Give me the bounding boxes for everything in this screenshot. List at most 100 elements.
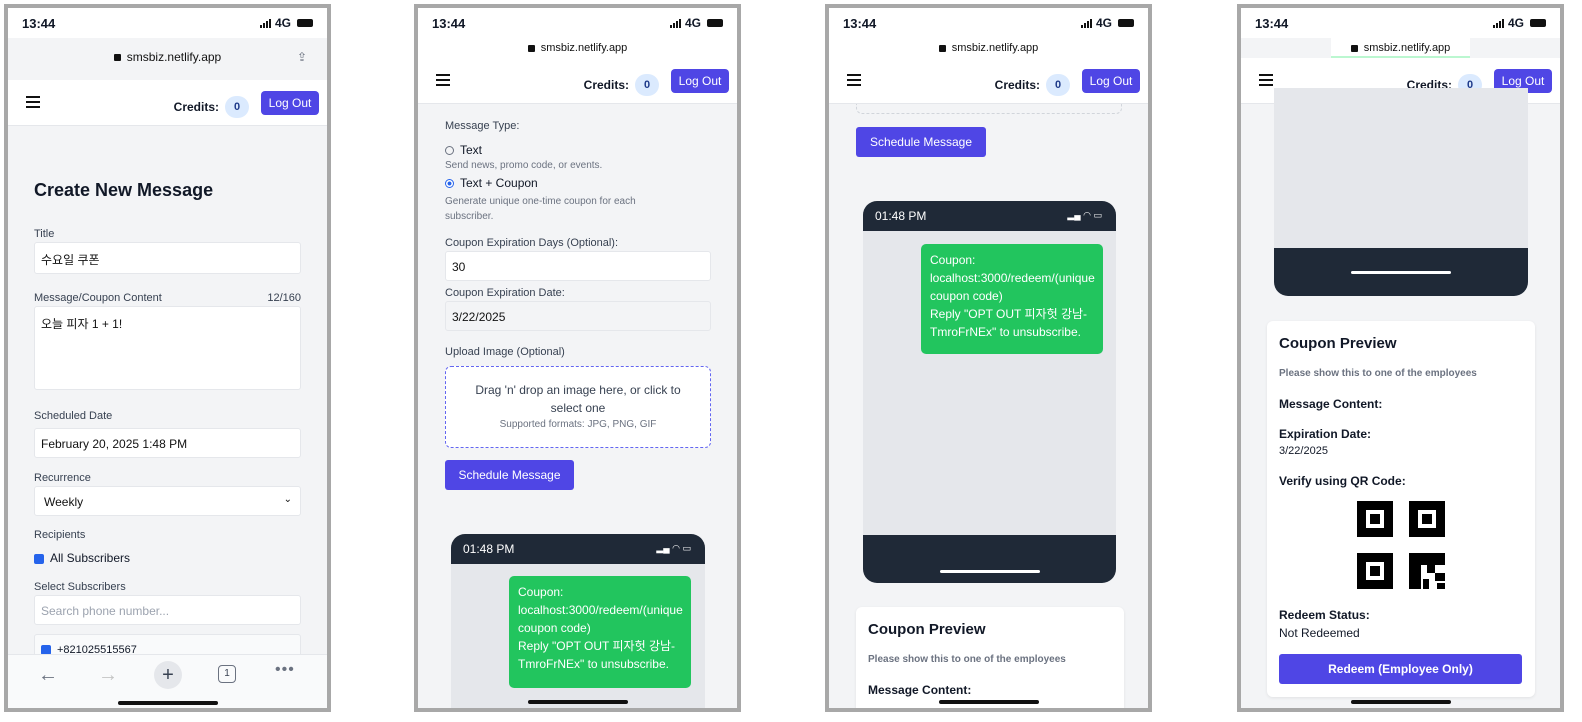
address-bar[interactable]: smsbiz.netlify.app [1331, 38, 1470, 58]
recurrence-select[interactable]: Weekly ⌄ [34, 486, 301, 516]
coupon-preview-card: Coupon Preview Please show this to one o… [856, 607, 1124, 708]
radio-coupon-label: Text + Coupon [460, 176, 538, 190]
checkbox-checked-icon [34, 553, 44, 564]
bubble-line: coupon code) [518, 621, 591, 635]
bubble-line: Reply "OPT OUT 피자헛 강남- [930, 307, 1088, 321]
all-subscribers-label: All Subscribers [50, 551, 131, 565]
menu-icon[interactable] [26, 96, 40, 108]
title-label: Title [34, 228, 55, 240]
network-status: 4G [259, 16, 313, 30]
coupon-preview-card: Coupon Preview Please show this to one o… [1267, 321, 1535, 697]
bubble-line: Coupon: [930, 253, 976, 267]
redeem-button[interactable]: Redeem (Employee Only) [1279, 654, 1522, 684]
bubble-line: Reply "OPT OUT 피자헛 강남- [518, 639, 676, 653]
radio-text-option[interactable]: Text [445, 143, 482, 157]
menu-icon[interactable] [436, 74, 450, 86]
select-subscribers-label: Select Subscribers [34, 581, 126, 593]
credits-badge: 0 [225, 96, 249, 118]
coupon-hint-line2: subscriber. [445, 211, 494, 222]
exp-date-label: Coupon Expiration Date: [445, 287, 565, 299]
chevron-down-icon: ⌄ [283, 494, 292, 505]
home-indicator [1350, 700, 1451, 704]
lock-icon [1350, 44, 1358, 52]
content-textarea[interactable]: 오늘 피자 1 + 1! [34, 306, 301, 390]
menu-icon[interactable] [847, 74, 861, 86]
preview-time: 01:48 PM [875, 209, 927, 223]
dropzone-text-2: select one [550, 401, 606, 415]
expiration-date-label: Expiration Date: [1279, 427, 1372, 441]
share-icon[interactable]: ⇪ [297, 44, 307, 70]
bubble-line: TmroFrNEx" to unsubscribe. [518, 657, 669, 671]
message-content-label: Message Content: [1279, 397, 1383, 411]
phone-screen-preview: 13:44 4G smsbiz.netlify.app Credits: 0 Lo… [825, 4, 1152, 712]
app-header: Credits: 0 Log Out [829, 58, 1148, 104]
address-bar[interactable]: smsbiz.netlify.app [829, 38, 1148, 58]
address-bar[interactable]: smsbiz.netlify.app [418, 38, 737, 58]
schedule-message-button[interactable]: Schedule Message [856, 127, 986, 157]
logout-button[interactable]: Log Out [1082, 69, 1140, 93]
battery-icon [1530, 19, 1546, 27]
subscriber-search-input[interactable]: Search phone number... [34, 595, 301, 625]
app-header: Credits: 0 Log Out [8, 80, 327, 126]
coupon-hint-line1: Generate unique one-time coupon for each [445, 196, 636, 207]
qr-code-icon [1357, 501, 1445, 589]
qr-label: Verify using QR Code: [1279, 474, 1406, 488]
redeem-status-label: Redeem Status: [1279, 608, 1370, 622]
recipients-label: Recipients [34, 529, 86, 541]
coupon-preview-title: Coupon Preview [868, 621, 986, 638]
url-text: smsbiz.netlify.app [1363, 42, 1451, 54]
phone-screen-create-message: 13:44 4G smsbiz.netlify.app ⇪ Credits: 0 … [4, 4, 331, 712]
coupon-preview-title: Coupon Preview [1279, 335, 1397, 352]
forward-arrow-icon[interactable]: → [98, 664, 118, 687]
scheduled-date-input[interactable]: February 20, 2025 1:48 PM [34, 428, 301, 458]
credits-badge: 0 [1046, 74, 1070, 96]
status-bar: 13:44 4G [829, 8, 1148, 38]
title-input[interactable]: 수요일 쿠폰 [34, 242, 301, 274]
network-label: 4G [274, 16, 291, 30]
tabs-count-icon[interactable]: 1 [218, 665, 236, 683]
preview-time: 01:48 PM [463, 542, 515, 556]
message-content-label: Message Content: [868, 683, 972, 697]
dropzone-text-1: Drag 'n' drop an image here, or click to [475, 383, 681, 397]
sms-preview-phone: 01:48 PM ▂▄ ◠ ▭ Coupon: localhost:3000/r… [451, 534, 705, 708]
new-tab-icon[interactable]: + [154, 661, 182, 689]
preview-status-bar: 01:48 PM ▂▄ ◠ ▭ [863, 201, 1116, 231]
bubble-line: Coupon: [518, 585, 564, 599]
status-time: 13:44 [843, 16, 877, 31]
coupon-option-hint: Generate unique one-time coupon for each… [445, 194, 636, 224]
browser-toolbar: ← → + 1 ••• [8, 654, 327, 708]
all-subscribers-checkbox[interactable]: All Subscribers [34, 551, 130, 565]
image-dropzone[interactable]: Drag 'n' drop an image here, or click to… [445, 366, 711, 448]
radio-unselected-icon [445, 146, 454, 156]
more-icon[interactable]: ••• [275, 661, 295, 679]
credits-badge: 0 [635, 74, 659, 96]
credits-display: Credits: 0 [584, 74, 659, 96]
network-label: 4G [1507, 16, 1524, 30]
redeem-status-value: Not Redeemed [1279, 626, 1360, 640]
network-status: 4G [669, 16, 723, 30]
back-arrow-icon[interactable]: ← [38, 664, 58, 687]
content-label: Message/Coupon Content [34, 292, 162, 304]
radio-text-label: Text [460, 143, 483, 157]
exp-days-input[interactable]: 30 [445, 251, 711, 281]
lock-icon [527, 44, 535, 52]
lock-icon [938, 44, 946, 52]
logout-button[interactable]: Log Out [671, 69, 729, 93]
page-title: Create New Message [34, 180, 214, 200]
network-label: 4G [684, 16, 701, 30]
credits-label: Credits: [994, 78, 1040, 92]
coupon-preview-subtitle: Please show this to one of the employees [868, 654, 1066, 665]
credits-label: Credits: [583, 78, 629, 92]
signal-icon [259, 18, 271, 28]
schedule-message-button[interactable]: Schedule Message [445, 460, 574, 490]
supported-formats: Supported formats: JPG, PNG, GIF [499, 419, 657, 430]
preview-bottom-bar [863, 535, 1116, 583]
radio-coupon-option[interactable]: Text + Coupon [445, 176, 538, 190]
logout-button[interactable]: Log Out [261, 91, 319, 115]
recurrence-label: Recurrence [34, 472, 91, 484]
address-bar[interactable]: smsbiz.netlify.app ⇪ [16, 44, 319, 70]
menu-icon[interactable] [1259, 74, 1273, 86]
coupon-preview-subtitle: Please show this to one of the employees [1279, 368, 1477, 379]
content-char-count: 12/160 [267, 292, 301, 304]
scheduled-date-label: Scheduled Date [34, 410, 113, 422]
